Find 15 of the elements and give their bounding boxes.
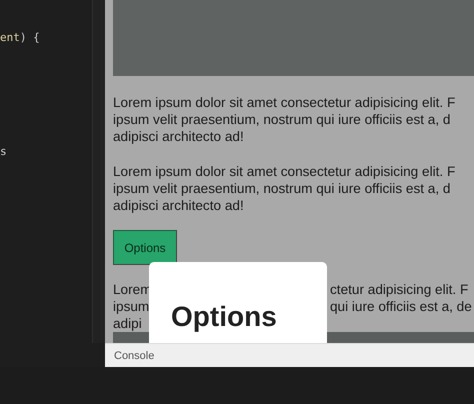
paragraph-line: adipisci architecto ad! [113,197,244,214]
modal-title: Options [171,300,278,334]
paragraph-line: Lorem ipsum dolor sit amet consectetur adipisicing elit. F [113,163,456,180]
paragraph-fragment: qui iure officiis est a, de [330,298,472,315]
paragraph-fragment: adipi [113,316,142,331]
paragraph-line: ipsum velit praesentium, nostrum qui iure officiis est a, d [113,111,450,128]
paragraph-fragment: ctetur adipisicing elit. F [330,281,468,298]
paragraph-line: Lorem ipsum dolor sit amet consectetur adipisicing elit. F [113,94,456,111]
paragraph-fragment: ipsum [113,299,150,314]
code-line: s [0,145,8,159]
options-button[interactable]: Options [113,230,177,265]
console-tab[interactable]: Console [105,343,474,367]
paragraph-line: ipsum velit praesentium, nostrum qui iure officiis est a, d [113,180,450,197]
paragraph-line: adipisci architecto ad! [113,128,244,145]
code-line: ent) { [0,31,41,45]
